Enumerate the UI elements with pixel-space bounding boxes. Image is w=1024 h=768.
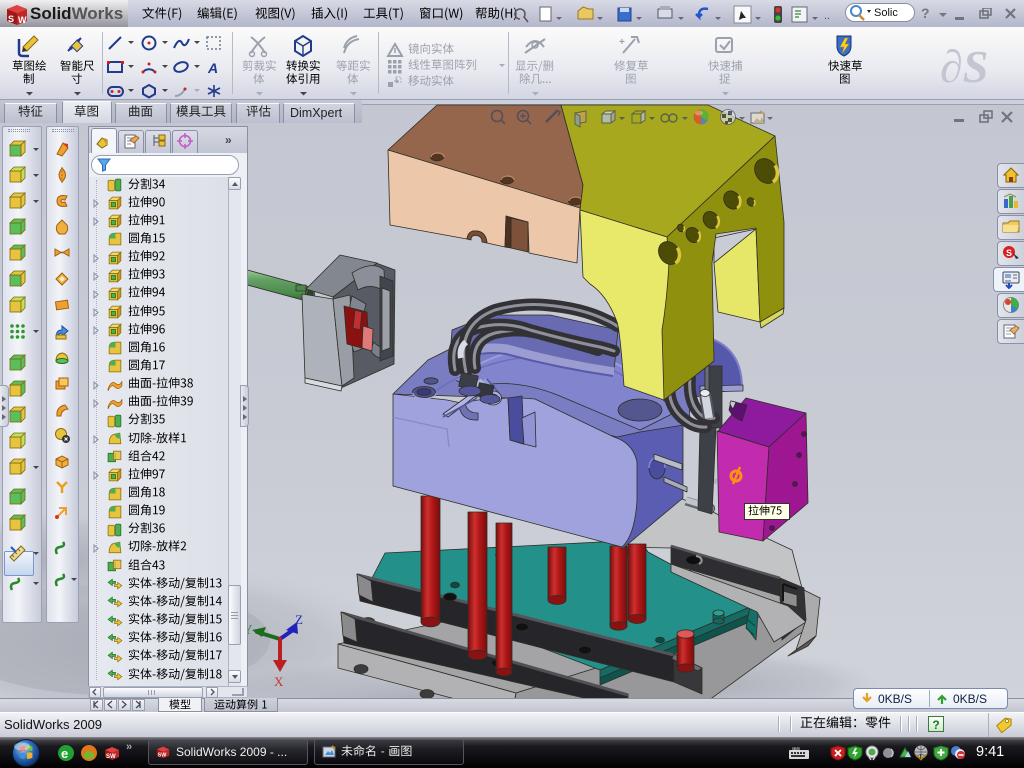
svg-text:Solic: Solic: [874, 7, 898, 19]
svg-text:SW: SW: [158, 752, 168, 758]
svg-text:+: +: [619, 37, 625, 48]
svg-text:..: ..: [824, 10, 830, 22]
svg-text:S: S: [8, 14, 14, 24]
svg-text:S: S: [1006, 248, 1012, 258]
svg-text:Z: Z: [295, 612, 303, 627]
svg-text:W: W: [18, 15, 27, 25]
svg-text:键盘: 键盘: [792, 747, 800, 752]
svg-text:SW: SW: [106, 754, 116, 760]
svg-text:X: X: [274, 674, 284, 689]
svg-text:A: A: [207, 60, 218, 75]
svg-text:e: e: [61, 746, 68, 761]
